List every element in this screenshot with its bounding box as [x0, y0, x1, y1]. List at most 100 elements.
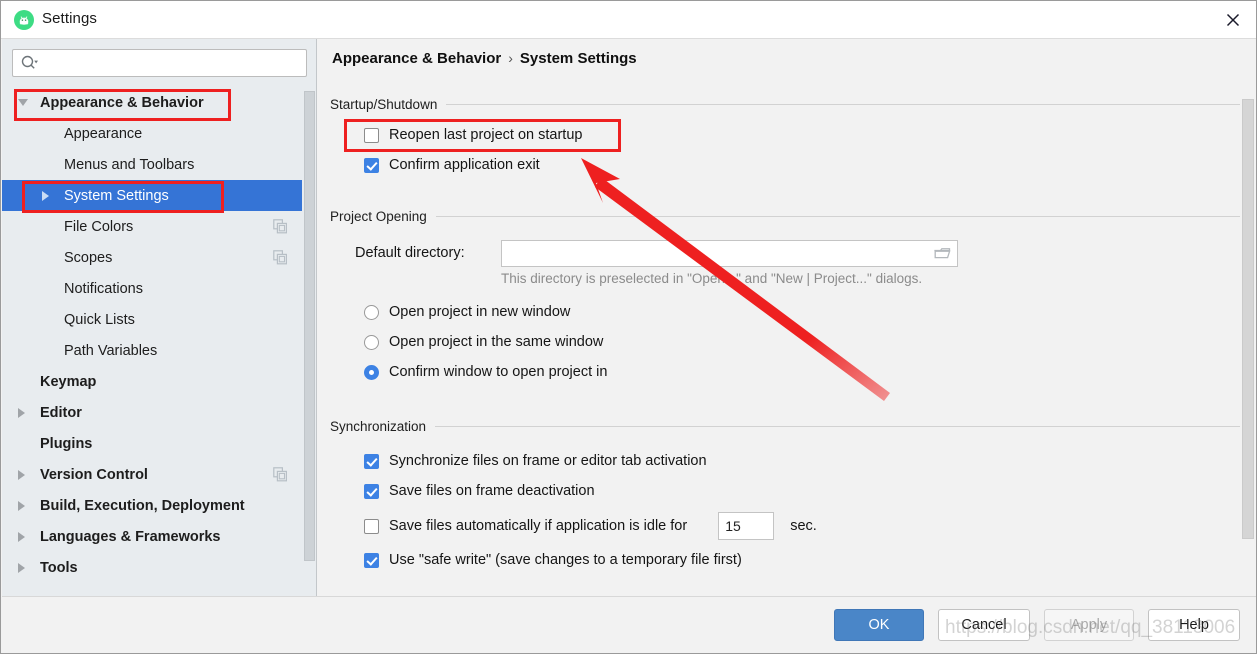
breadcrumb-separator-icon: › — [508, 50, 513, 66]
title-bar: Settings — [1, 1, 1256, 39]
folder-icon[interactable] — [934, 246, 951, 261]
checkbox-row-safe-write[interactable]: Use "safe write" (save changes to a temp… — [364, 545, 1240, 575]
default-directory-hint: This directory is preselected in "Open..… — [501, 271, 923, 286]
chevron-right-icon[interactable] — [18, 459, 40, 490]
sidebar-item-label: Appearance & Behavior — [40, 94, 204, 111]
ok-button[interactable]: OK — [834, 609, 924, 641]
section-title: Project Opening — [330, 208, 436, 224]
chevron-right-icon[interactable] — [18, 552, 40, 583]
help-button[interactable]: Help — [1148, 609, 1240, 641]
copy-icon[interactable] — [273, 250, 288, 265]
chevron-down-icon[interactable] — [18, 87, 40, 118]
chevron-right-icon[interactable] — [42, 180, 64, 211]
project-open-radio-label-0[interactable]: Open project in new window — [389, 304, 570, 320]
sidebar-item-label: Languages & Frameworks — [40, 528, 221, 545]
save-files-automatically-label[interactable]: Save files automatically if application … — [389, 518, 687, 534]
sidebar-item-notifications[interactable]: Notifications — [2, 273, 302, 304]
section-divider — [435, 425, 1240, 427]
save-files-automatically-checkbox[interactable] — [364, 518, 379, 534]
idle-seconds-input[interactable] — [718, 512, 775, 540]
settings-sidebar: Appearance & Behavior Appearance Menus and… — [2, 39, 317, 597]
sidebar-item-system-settings[interactable]: System Settings — [2, 180, 302, 211]
checkbox-row-save-on-deactivation[interactable]: Save files on frame deactivation — [364, 476, 1240, 506]
checkbox-row-confirm-exit[interactable]: Confirm application exit — [364, 150, 1240, 180]
section-title: Synchronization — [330, 418, 436, 434]
settings-main-panel: Appearance & Behavior › System Settings St… — [318, 39, 1256, 597]
use-safe-write-checkbox[interactable] — [364, 552, 379, 568]
confirm-application-exit-label[interactable]: Confirm application exit — [389, 157, 540, 173]
sidebar-item-label: Version Control — [40, 466, 148, 483]
section-header: Startup/Shutdown — [330, 95, 1240, 113]
radio-row-2[interactable]: Confirm window to open project in — [364, 357, 1240, 387]
sidebar-item-appearance-behavior[interactable]: Appearance & Behavior — [2, 87, 302, 118]
main-scrollbar-thumb[interactable] — [1242, 99, 1254, 539]
search-box — [12, 49, 307, 77]
sidebar-item-version-control[interactable]: Version Control — [2, 459, 302, 490]
project-open-radio-0[interactable] — [364, 304, 379, 320]
reopen-last-project-checkbox[interactable] — [364, 127, 379, 143]
sidebar-item-editor[interactable]: Editor — [2, 397, 302, 428]
breadcrumb-current: System Settings — [519, 50, 637, 67]
default-directory-row: Default directory: — [355, 238, 1240, 268]
sidebar-item-quick-lists[interactable]: Quick Lists — [2, 304, 302, 335]
sidebar-item-label: Menus and Toolbars — [64, 156, 195, 173]
cancel-button[interactable]: Cancel — [938, 609, 1030, 641]
sidebar-item-label: System Settings — [64, 187, 169, 204]
window-title: Settings — [42, 10, 97, 27]
close-icon[interactable] — [1210, 1, 1256, 38]
breadcrumb-parent[interactable]: Appearance & Behavior — [332, 50, 501, 67]
project-open-radio-1[interactable] — [364, 334, 379, 350]
sidebar-item-file-colors[interactable]: File Colors — [2, 211, 302, 242]
chevron-right-icon[interactable] — [18, 397, 40, 428]
sidebar-item-path-variables[interactable]: Path Variables — [2, 335, 302, 366]
use-safe-write-label[interactable]: Use "safe write" (save changes to a temp… — [389, 552, 742, 568]
android-studio-icon — [14, 10, 34, 30]
copy-icon[interactable] — [273, 467, 288, 482]
radio-row-0[interactable]: Open project in new window — [364, 297, 1240, 327]
sidebar-item-languages-frameworks[interactable]: Languages & Frameworks — [2, 521, 302, 552]
settings-dialog: Settings Appearance & Behavior Appearance… — [0, 0, 1257, 654]
project-open-radio-label-1[interactable]: Open project in the same window — [389, 334, 603, 350]
sidebar-item-tools[interactable]: Tools — [2, 552, 302, 583]
radio-row-1[interactable]: Open project in the same window — [364, 327, 1240, 357]
checkbox-row-sync-files[interactable]: Synchronize files on frame or editor tab… — [364, 446, 1240, 476]
dialog-button-bar: OK Cancel Apply Help — [2, 596, 1256, 652]
project-open-radio-2[interactable] — [364, 364, 379, 380]
sidebar-item-label: Build, Execution, Deployment — [40, 497, 245, 514]
default-directory-input[interactable] — [501, 239, 958, 267]
sidebar-item-appearance[interactable]: Appearance — [2, 118, 302, 149]
sidebar-item-label: File Colors — [64, 218, 134, 235]
copy-icon[interactable] — [273, 219, 288, 234]
sidebar-item-label: Keymap — [40, 373, 97, 390]
chevron-right-icon[interactable] — [18, 521, 40, 552]
sidebar-item-build-execution-deployment[interactable]: Build, Execution, Deployment — [2, 490, 302, 521]
save-files-on-frame-deactivation-checkbox[interactable] — [364, 483, 379, 499]
section-project-opening: Project Opening Default directory: This … — [330, 207, 1240, 387]
sidebar-item-plugins[interactable]: Plugins — [2, 428, 302, 459]
chevron-right-icon[interactable] — [18, 490, 40, 521]
sidebar-item-scopes[interactable]: Scopes — [2, 242, 302, 273]
synchronize-files-checkbox[interactable] — [364, 453, 379, 469]
section-header: Synchronization — [330, 417, 1240, 435]
reopen-last-project-label[interactable]: Reopen last project on startup — [389, 127, 582, 143]
sidebar-item-label: Plugins — [40, 435, 93, 452]
section-divider — [446, 103, 1240, 105]
synchronize-files-label[interactable]: Synchronize files on frame or editor tab… — [389, 453, 707, 469]
sidebar-scrollbar-thumb[interactable] — [304, 91, 315, 561]
sidebar-item-menus-and-toolbars[interactable]: Menus and Toolbars — [2, 149, 302, 180]
checkbox-row-reopen-last-project[interactable]: Reopen last project on startup — [364, 120, 1240, 150]
checkbox-row-autosave-idle[interactable]: Save files automatically if application … — [364, 511, 1240, 541]
sidebar-item-keymap[interactable]: Keymap — [2, 366, 302, 397]
default-directory-label: Default directory: — [355, 245, 465, 261]
save-files-on-frame-deactivation-label[interactable]: Save files on frame deactivation — [389, 483, 595, 499]
project-open-radio-label-2[interactable]: Confirm window to open project in — [389, 364, 607, 380]
sidebar-item-label: Scopes — [64, 249, 113, 266]
confirm-application-exit-checkbox[interactable] — [364, 157, 379, 173]
search-input[interactable] — [12, 49, 307, 77]
